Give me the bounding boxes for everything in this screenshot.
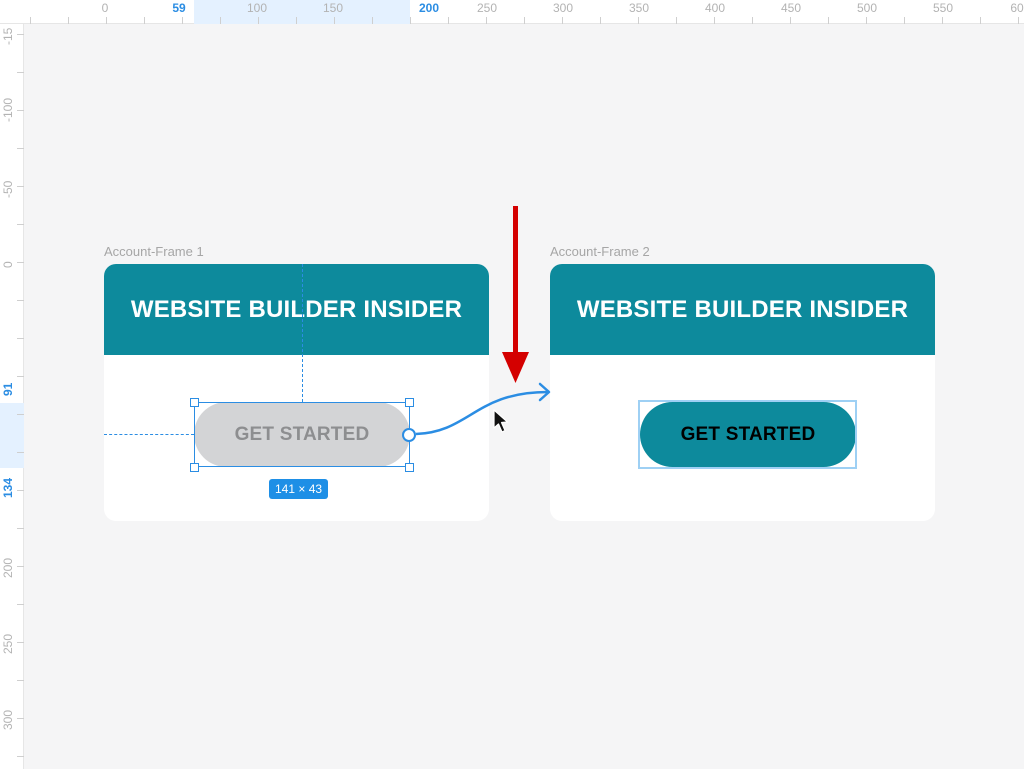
canvas-overlay xyxy=(402,206,551,442)
arrow-cursor-icon xyxy=(493,409,509,433)
connection-arrow-icon[interactable] xyxy=(402,382,551,442)
red-down-arrow-icon xyxy=(502,206,529,383)
